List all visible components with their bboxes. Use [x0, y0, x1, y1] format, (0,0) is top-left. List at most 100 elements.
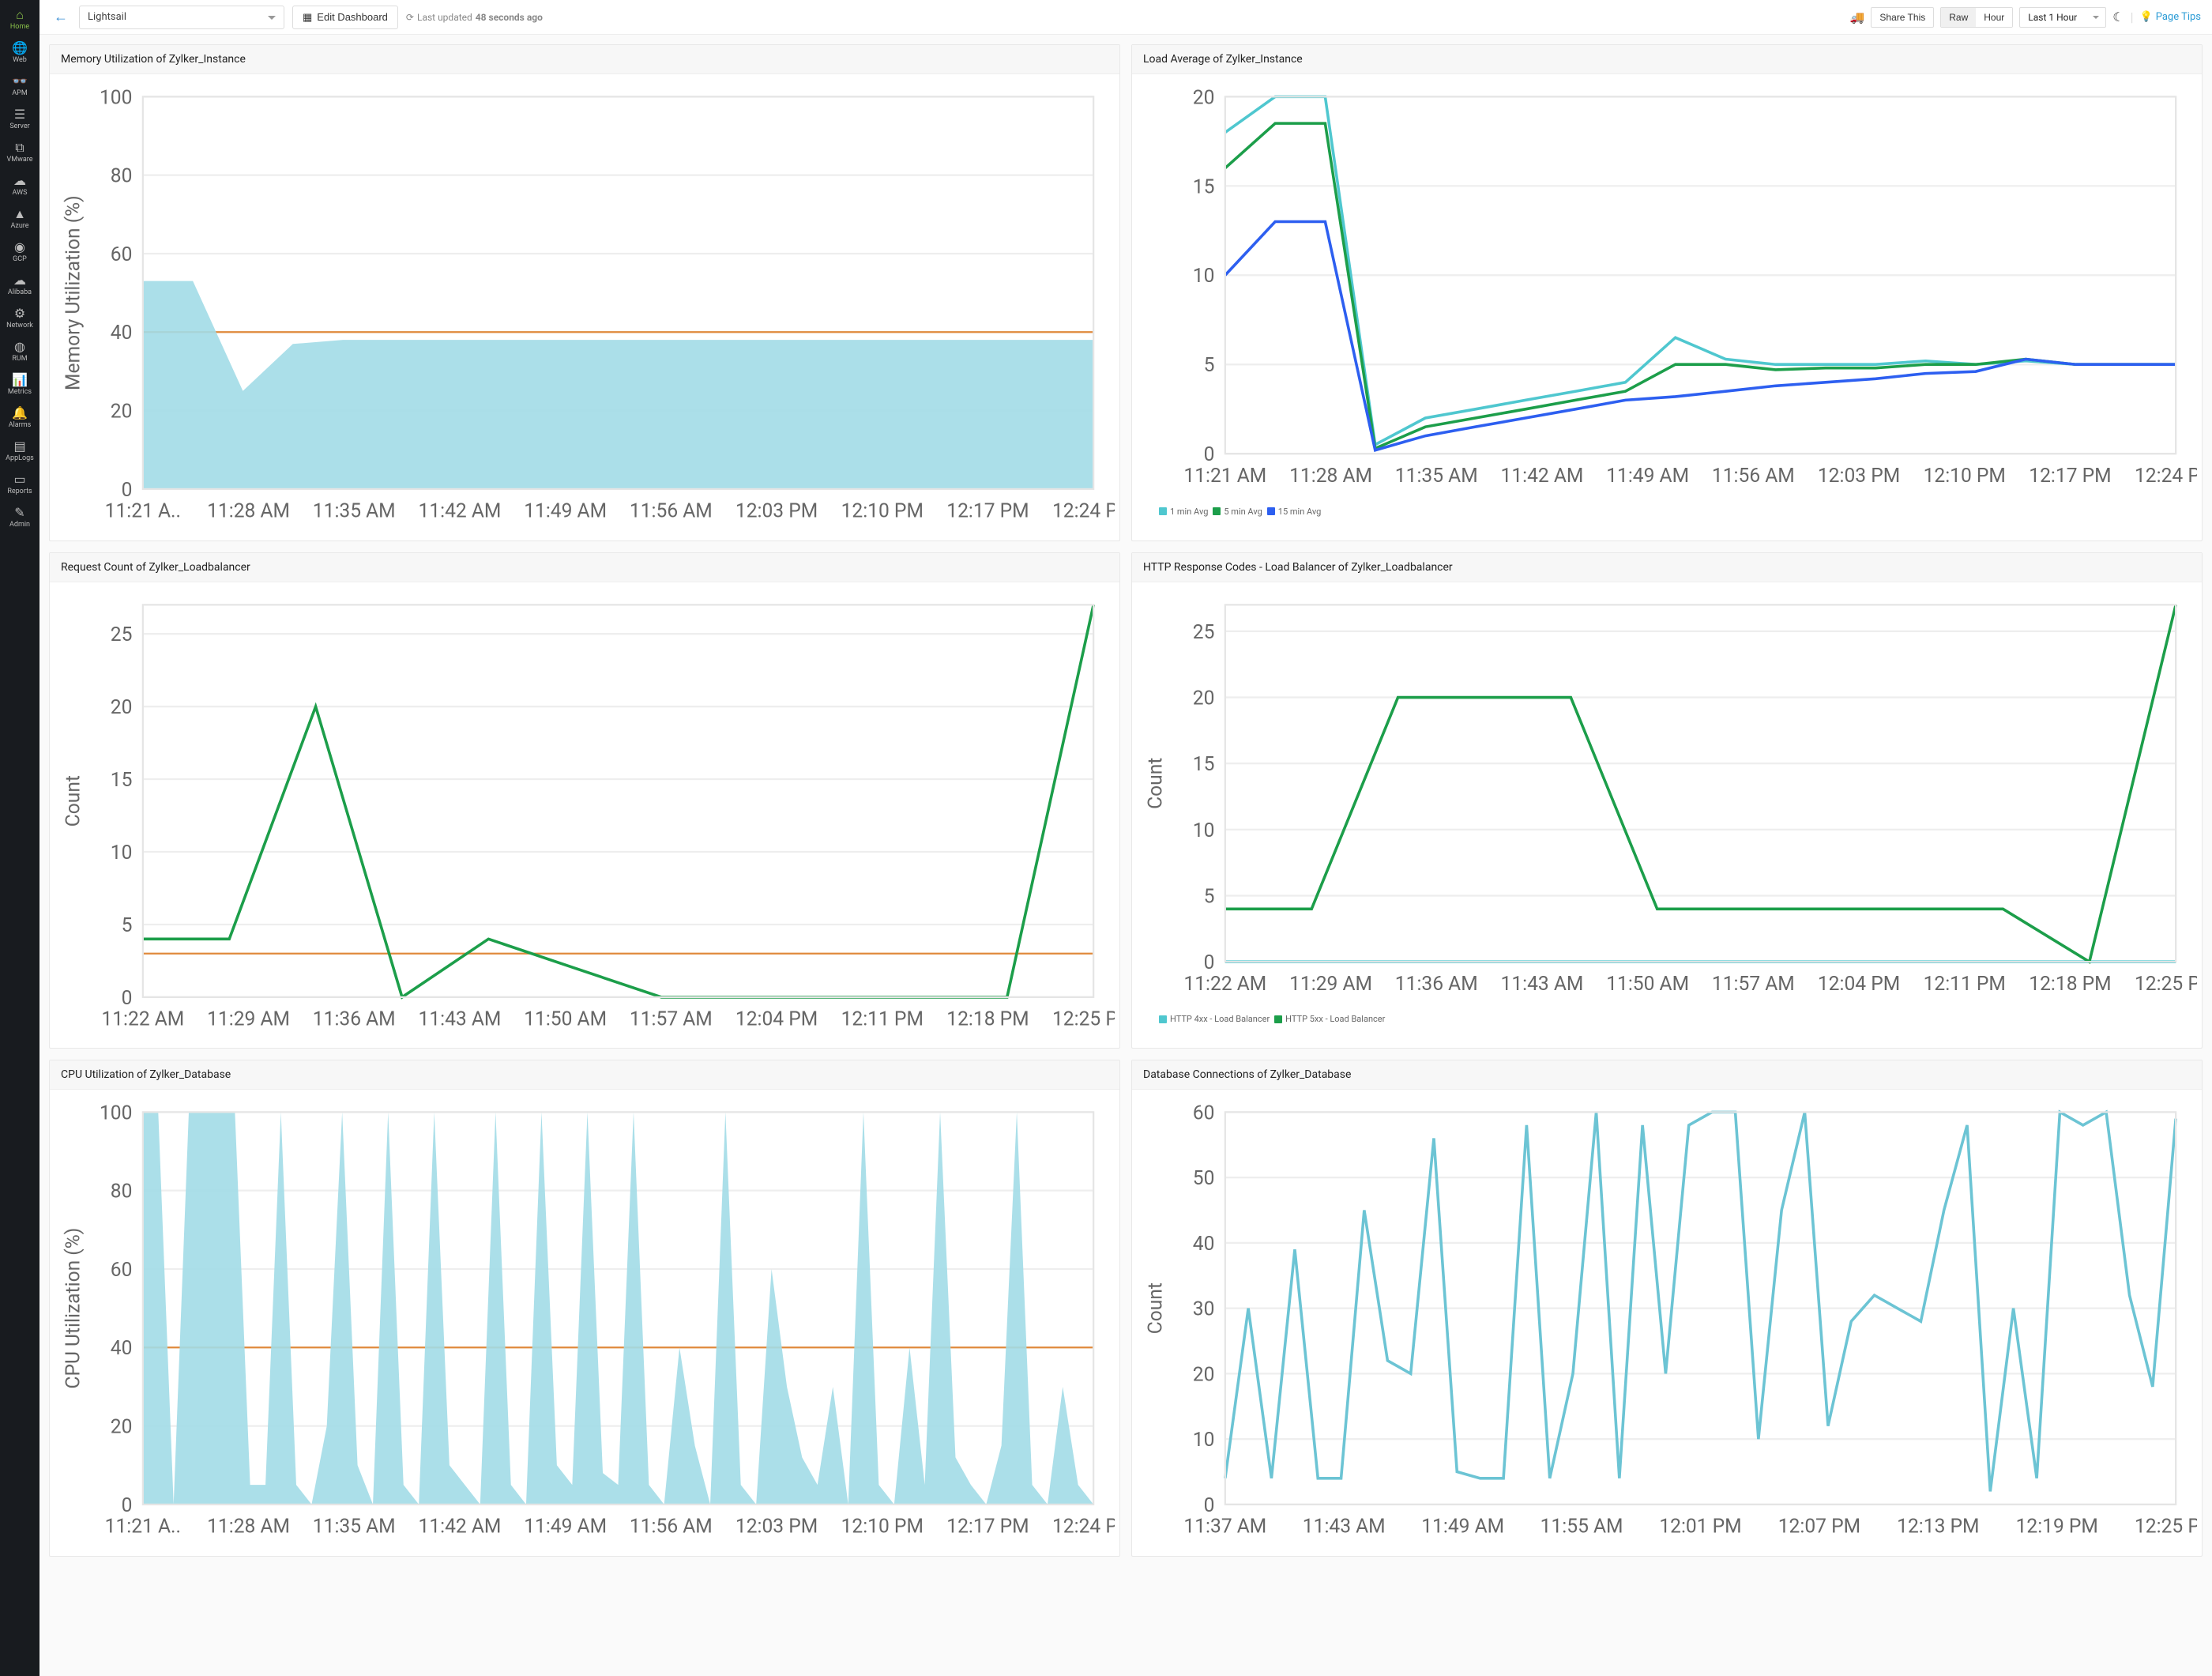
azure-icon: ▲	[13, 208, 26, 220]
sidebar-item-metrics[interactable]: 📊Metrics	[0, 368, 40, 401]
svg-text:12:18 PM: 12:18 PM	[2029, 972, 2111, 995]
svg-text:0: 0	[122, 1494, 133, 1517]
sidebar-item-home[interactable]: ⌂Home	[0, 3, 40, 36]
svg-text:15: 15	[1193, 175, 1215, 198]
sidebar-item-web[interactable]: 🌐Web	[0, 36, 40, 70]
svg-text:11:49 AM: 11:49 AM	[1606, 465, 1689, 488]
svg-text:10: 10	[1193, 819, 1215, 842]
topbar: ← Lightsail ▦Edit Dashboard ⟳Last update…	[40, 0, 2212, 35]
sidebar-item-admin[interactable]: ✎Admin	[0, 501, 40, 534]
edit-dashboard-button[interactable]: ▦Edit Dashboard	[292, 6, 398, 29]
svg-text:11:50 AM: 11:50 AM	[1606, 972, 1689, 995]
svg-text:12:04 PM: 12:04 PM	[1818, 972, 1900, 995]
svg-text:11:21 A..: 11:21 A..	[105, 1516, 181, 1539]
seg-hour[interactable]: Hour	[1976, 8, 2012, 27]
svg-text:Count: Count	[1144, 757, 1167, 808]
svg-text:12:17 PM: 12:17 PM	[2029, 465, 2111, 488]
legend-item: HTTP 5xx - Load Balancer	[1274, 1014, 1385, 1024]
svg-text:20: 20	[1193, 1363, 1215, 1386]
card-memory-utilization: Memory Utilization of Zylker_Instance 0 2…	[49, 44, 1120, 541]
svg-text:12:25 PM: 12:25 PM	[2135, 972, 2197, 995]
topbar-right: 🚚 Share This Raw Hour Last 1 Hour ☾ | 💡P…	[1850, 7, 2201, 28]
sidebar-item-server[interactable]: ☰Server	[0, 103, 40, 136]
svg-text:12:07 PM: 12:07 PM	[1778, 1516, 1860, 1539]
svg-text:11:55 AM: 11:55 AM	[1540, 1516, 1623, 1539]
svg-text:12:03 PM: 12:03 PM	[735, 500, 818, 523]
sidebar-item-aws[interactable]: ☁AWS	[0, 169, 40, 202]
chart-memory[interactable]: 020406080100Memory Utilization (%)11:21 …	[55, 79, 1115, 539]
svg-text:12:10 PM: 12:10 PM	[1924, 465, 2006, 488]
page-tips-link[interactable]: 💡Page Tips	[2140, 11, 2201, 23]
card-title: CPU Utilization of Zylker_Database	[50, 1060, 1119, 1090]
svg-text:12:18 PM: 12:18 PM	[946, 1007, 1029, 1030]
svg-text:10: 10	[1193, 265, 1215, 288]
sidebar-item-rum[interactable]: ◍RUM	[0, 335, 40, 368]
svg-text:11:42 AM: 11:42 AM	[419, 1516, 502, 1539]
svg-text:12:10 PM: 12:10 PM	[841, 500, 924, 523]
card-cpu-utilization: CPU Utilization of Zylker_Database 02040…	[49, 1060, 1120, 1557]
vmware-icon: ⧉	[15, 141, 24, 154]
share-button[interactable]: Share This	[1871, 7, 1934, 28]
svg-text:0: 0	[1204, 1494, 1215, 1517]
svg-text:20: 20	[111, 401, 133, 424]
sidebar-item-vmware[interactable]: ⧉VMware	[0, 136, 40, 169]
bell-icon: 🔔	[12, 407, 28, 420]
sidebar-item-alibaba[interactable]: ☁Alibaba	[0, 269, 40, 302]
svg-text:0: 0	[122, 479, 133, 502]
svg-text:15: 15	[111, 769, 133, 792]
sidebar-item-applogs[interactable]: ▤AppLogs	[0, 435, 40, 468]
dark-mode-toggle[interactable]: ☾	[2112, 9, 2124, 24]
legend-http: HTTP 4xx - Load Balancer HTTP 5xx - Load…	[1137, 1011, 2197, 1030]
svg-text:12:03 PM: 12:03 PM	[735, 1516, 818, 1539]
dashboard-select[interactable]: Lightsail	[79, 6, 284, 29]
svg-text:11:21 AM: 11:21 AM	[1183, 465, 1266, 488]
svg-text:11:49 AM: 11:49 AM	[1421, 1516, 1504, 1539]
network-icon: ⚙	[14, 307, 25, 320]
sidebar-item-alarms[interactable]: 🔔Alarms	[0, 401, 40, 435]
chart-request[interactable]: 0510152025Count11:22 AM11:29 AM11:36 AM1…	[55, 587, 1115, 1047]
sidebar-item-network[interactable]: ⚙Network	[0, 302, 40, 335]
svg-text:0: 0	[122, 986, 133, 1009]
legend-item: 15 min Avg	[1267, 507, 1322, 517]
last-updated: ⟳Last updated 48 seconds ago	[406, 12, 543, 23]
svg-text:11:56 AM: 11:56 AM	[630, 500, 713, 523]
chart-load[interactable]: 0510152011:21 AM11:28 AM11:35 AM11:42 AM…	[1137, 79, 2197, 503]
svg-text:11:36 AM: 11:36 AM	[1395, 972, 1478, 995]
svg-text:12:01 PM: 12:01 PM	[1659, 1516, 1741, 1539]
svg-text:12:03 PM: 12:03 PM	[1818, 465, 1900, 488]
card-request-count: Request Count of Zylker_Loadbalancer 051…	[49, 552, 1120, 1049]
svg-text:11:42 AM: 11:42 AM	[419, 500, 502, 523]
svg-text:11:43 AM: 11:43 AM	[419, 1007, 502, 1030]
time-range-select[interactable]: Last 1 Hour	[2019, 7, 2106, 28]
delivery-icon[interactable]: 🚚	[1850, 10, 1865, 24]
svg-text:20: 20	[1193, 86, 1215, 109]
svg-text:0: 0	[1204, 443, 1215, 466]
sidebar-item-reports[interactable]: ▭Reports	[0, 468, 40, 501]
svg-text:Memory Utilization (%): Memory Utilization (%)	[62, 195, 85, 390]
back-button[interactable]: ←	[51, 9, 71, 25]
card-title: Request Count of Zylker_Loadbalancer	[50, 553, 1119, 582]
chart-cpu[interactable]: 020406080100CPU Utilization (%)11:21 A..…	[55, 1094, 1115, 1554]
sidebar-item-azure[interactable]: ▲Azure	[0, 202, 40, 235]
card-http-codes: HTTP Response Codes - Load Balancer of Z…	[1131, 552, 2203, 1049]
svg-text:12:17 PM: 12:17 PM	[946, 500, 1029, 523]
svg-text:60: 60	[1193, 1102, 1215, 1124]
sidebar-item-gcp[interactable]: ◉GCP	[0, 235, 40, 269]
sidebar-item-apm[interactable]: 👓APM	[0, 70, 40, 103]
card-title: Database Connections of Zylker_Database	[1132, 1060, 2202, 1090]
svg-text:10: 10	[111, 841, 133, 864]
chart-http[interactable]: 0510152025Count11:22 AM11:29 AM11:36 AM1…	[1137, 587, 2197, 1011]
chart-dbconn[interactable]: 0102030405060Count11:37 AM11:43 AM11:49 …	[1137, 1094, 2197, 1554]
svg-text:12:04 PM: 12:04 PM	[735, 1007, 818, 1030]
metrics-icon: 📊	[12, 374, 28, 386]
svg-text:11:35 AM: 11:35 AM	[313, 500, 396, 523]
svg-text:12:24 PM: 12:24 PM	[1052, 500, 1115, 523]
svg-text:11:57 AM: 11:57 AM	[630, 1007, 713, 1030]
svg-text:11:57 AM: 11:57 AM	[1712, 972, 1795, 995]
svg-text:25: 25	[1193, 620, 1215, 643]
seg-raw[interactable]: Raw	[1941, 8, 1976, 27]
refresh-icon[interactable]: ⟳	[406, 12, 414, 23]
card-title: Memory Utilization of Zylker_Instance	[50, 45, 1119, 74]
svg-text:CPU Utilization (%): CPU Utilization (%)	[62, 1228, 85, 1389]
globe-icon: 🌐	[12, 42, 28, 55]
